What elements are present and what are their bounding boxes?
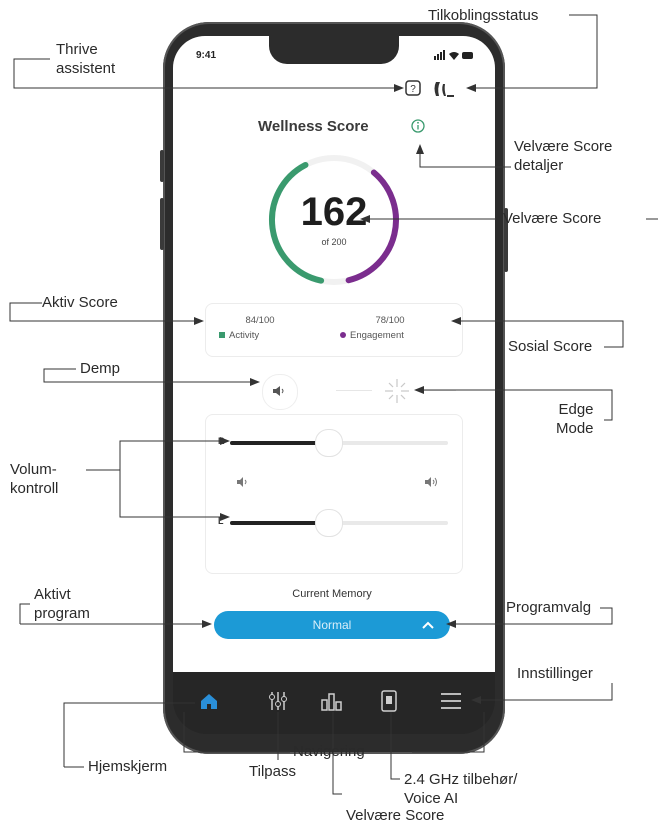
- label-accessories: 2.4 GHz tilbehør/ Voice AI: [404, 771, 518, 807]
- label-program-select: Programvalg: [506, 599, 592, 616]
- label-mute: Demp: [80, 360, 121, 377]
- label-social-score: Sosial Score: [508, 338, 593, 355]
- label-active-score: Aktiv Score: [42, 294, 118, 311]
- label-volume-control: Volum- kontroll: [10, 461, 59, 497]
- label-customize: Tilpass: [249, 763, 296, 780]
- label-thrive-assistant: Thrive assistent: [56, 41, 116, 77]
- label-wellness-details: Velvære Score detaljer: [514, 138, 613, 174]
- label-active-program: Aktivt program: [34, 586, 90, 622]
- label-navigation: Navigering: [293, 743, 365, 760]
- label-wellness-score: Velvære Score: [503, 210, 602, 227]
- label-home-screen: Hjemskjerm: [88, 758, 168, 775]
- label-connection-status: Tilkoblingsstatus: [428, 7, 539, 24]
- label-wellness-score-tab: Velvære Score: [346, 807, 445, 824]
- label-edge-mode: Edge Mode: [556, 401, 594, 437]
- label-settings: Innstillinger: [517, 665, 593, 682]
